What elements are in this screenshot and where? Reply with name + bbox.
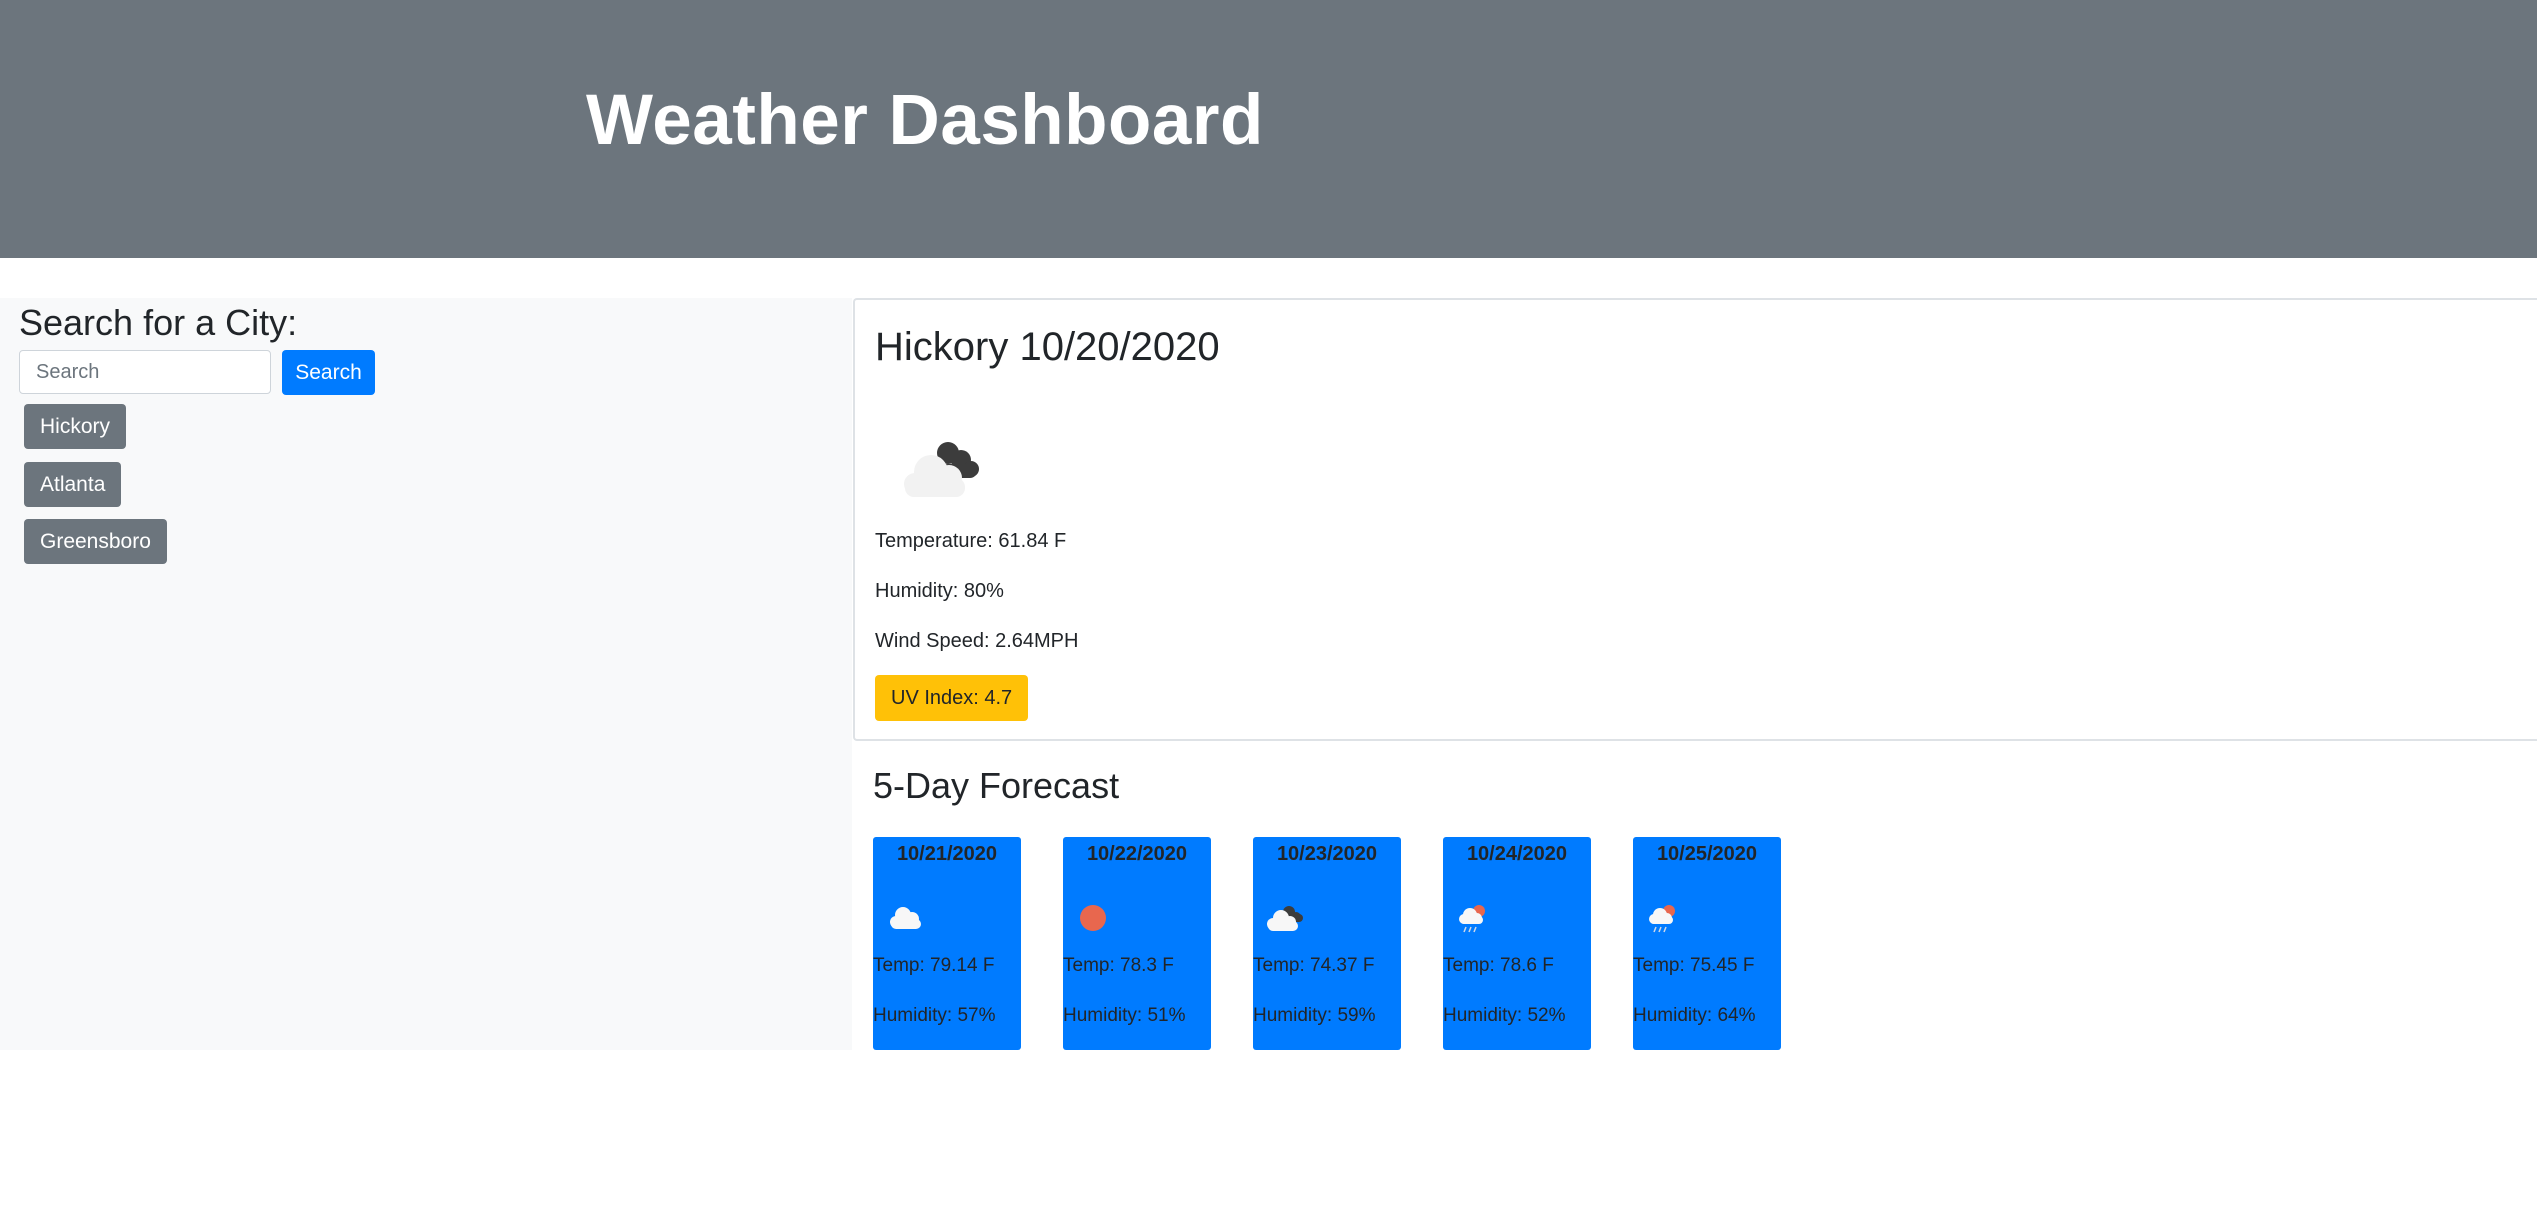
cloud-icon xyxy=(890,907,921,929)
broken-clouds-icon xyxy=(1267,906,1303,931)
forecast-date: 10/24/2020 xyxy=(1466,843,1568,865)
forecast-day-card: 10/22/2020 Temp: 78.3 F Humidity: 51% xyxy=(1063,837,1211,1050)
forecast-humidity: Humidity: 51% xyxy=(1063,1005,1186,1026)
rain-icon xyxy=(1459,905,1485,933)
search-button[interactable]: Search xyxy=(282,350,375,395)
history-city-button[interactable]: Greensboro xyxy=(24,519,167,564)
forecast-day-card: 10/23/2020 Temp: 74.37 F Humidity: 59% xyxy=(1253,837,1401,1050)
forecast-date: 10/23/2020 xyxy=(1276,843,1378,865)
forecast-day-card: 10/24/2020 Temp: 78.6 F Humidity: 52% xyxy=(1443,837,1591,1050)
forecast-temp: Temp: 75.45 F xyxy=(1633,955,1755,976)
current-humidity: Humidity: 80% xyxy=(875,580,1004,602)
search-input[interactable] xyxy=(19,350,271,394)
forecast-date: 10/25/2020 xyxy=(1656,843,1758,865)
sun-icon xyxy=(1080,905,1106,931)
broken-clouds-icon xyxy=(904,442,979,497)
forecast-heading: 5-Day Forecast xyxy=(873,765,1120,806)
forecast-humidity: Humidity: 52% xyxy=(1443,1005,1566,1026)
rain-icon xyxy=(1649,905,1675,933)
forecast-humidity: Humidity: 59% xyxy=(1253,1005,1376,1026)
current-wind-speed: Wind Speed: 2.64MPH xyxy=(875,630,1079,652)
forecast-date: 10/22/2020 xyxy=(1086,843,1188,865)
forecast-humidity: Humidity: 57% xyxy=(873,1005,996,1026)
forecast-temp: Temp: 79.14 F xyxy=(873,955,995,976)
search-sidebar: Search for a City: Search Hickory Atlant… xyxy=(0,298,852,1050)
current-weather-card: Hickory 10/20/2020 Temperature: 61.84 F … xyxy=(853,298,2537,741)
header-banner: Weather Dashboard xyxy=(0,0,2537,258)
forecast-date: 10/21/2020 xyxy=(896,843,998,865)
page: Weather Dashboard Search for a City: Sea… xyxy=(0,0,2537,1228)
page-title: Weather Dashboard xyxy=(586,81,1264,160)
search-heading: Search for a City: xyxy=(19,302,298,343)
current-city-date: Hickory 10/20/2020 xyxy=(875,325,1220,369)
forecast-temp: Temp: 78.6 F xyxy=(1443,955,1554,976)
current-temperature: Temperature: 61.84 F xyxy=(875,530,1067,552)
forecast-temp: Temp: 74.37 F xyxy=(1253,955,1375,976)
forecast-temp: Temp: 78.3 F xyxy=(1063,955,1174,976)
history-city-button[interactable]: Hickory xyxy=(24,404,127,449)
forecast-humidity: Humidity: 64% xyxy=(1633,1005,1756,1026)
history-city-button[interactable]: Atlanta xyxy=(24,462,122,507)
forecast-day-card: 10/21/2020 Temp: 79.14 F Humidity: 57% xyxy=(873,837,1021,1050)
forecast-day-card: 10/25/2020 Temp: 75.45 F Humidity: 64% xyxy=(1633,837,1781,1050)
uv-index-badge: UV Index: 4.7 xyxy=(875,675,1029,721)
